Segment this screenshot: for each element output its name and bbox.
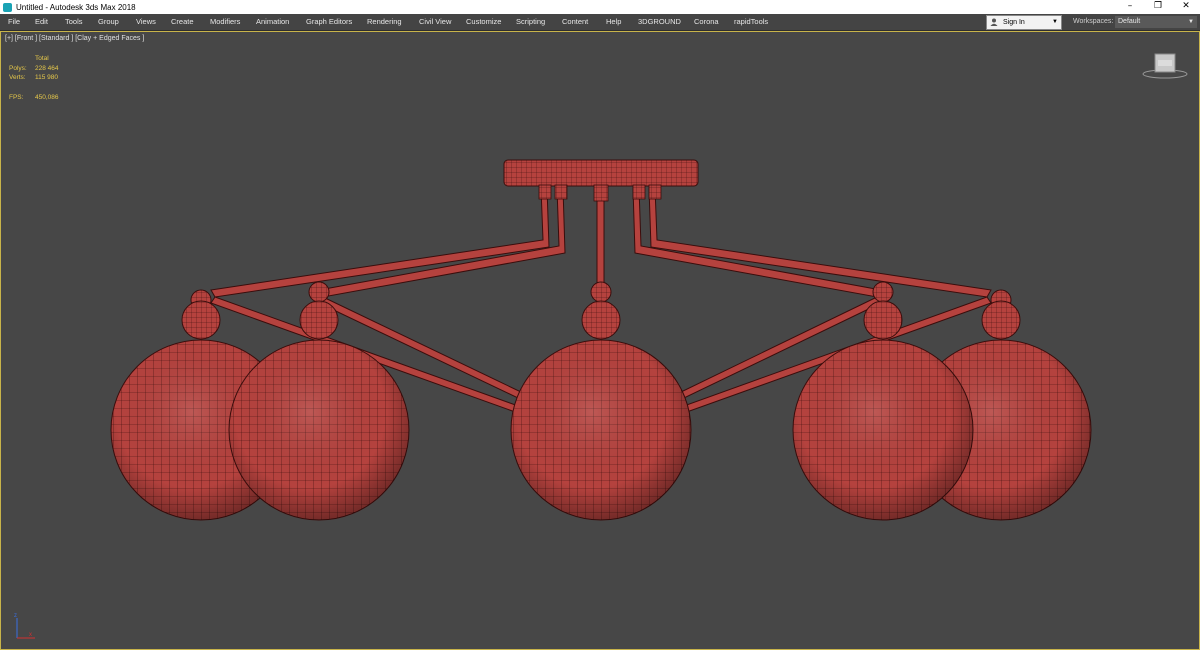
workspace-select[interactable]: Default ▼ — [1115, 16, 1197, 28]
fittings — [538, 184, 662, 202]
user-icon — [990, 18, 998, 26]
menu-corona[interactable]: Corona — [694, 14, 719, 30]
workspace-value: Default — [1118, 18, 1141, 25]
close-button[interactable]: ✕ — [1172, 0, 1200, 14]
chevron-down-icon: ▼ — [1052, 19, 1058, 25]
menu-modifiers[interactable]: Modifiers — [210, 14, 240, 30]
menu-file[interactable]: File — [8, 14, 20, 30]
chevron-down-icon: ▼ — [1188, 19, 1194, 25]
sign-in-dropdown[interactable]: Sign In ▼ — [986, 15, 1062, 30]
menu-graph-editors[interactable]: Graph Editors — [306, 14, 352, 30]
menu-group[interactable]: Group — [98, 14, 119, 30]
menu-tools[interactable]: Tools — [65, 14, 83, 30]
menu-edit[interactable]: Edit — [35, 14, 48, 30]
menu-help[interactable]: Help — [606, 14, 621, 30]
menu-scripting[interactable]: Scripting — [516, 14, 545, 30]
menu-civil-view[interactable]: Civil View — [419, 14, 451, 30]
window-controls: – ❐ ✕ — [1116, 0, 1200, 14]
minimize-button[interactable]: – — [1116, 0, 1144, 14]
menu-content[interactable]: Content — [562, 14, 588, 30]
front-viewport[interactable]: [+] [Front ] [Standard ] [Clay + Edged F… — [0, 31, 1200, 650]
menu-create[interactable]: Create — [171, 14, 194, 30]
menu-animation[interactable]: Animation — [256, 14, 289, 30]
menu-rapidtools[interactable]: rapidTools — [734, 14, 768, 30]
workspaces-label: Workspaces: — [1073, 18, 1114, 25]
sign-in-label: Sign In — [1003, 19, 1025, 26]
svg-text:z: z — [14, 613, 17, 619]
menu-3dground[interactable]: 3DGROUND — [638, 14, 681, 30]
chandelier-model[interactable] — [1, 32, 1199, 649]
menu-views[interactable]: Views — [136, 14, 156, 30]
svg-text:x: x — [29, 632, 32, 638]
window-title: Untitled - Autodesk 3ds Max 2018 — [16, 2, 136, 12]
globe-3 — [510, 281, 692, 521]
canopy — [503, 159, 699, 187]
restore-button[interactable]: ❐ — [1144, 0, 1172, 14]
axis-tripod-icon: z x — [14, 613, 35, 639]
app-icon — [3, 2, 12, 12]
menu-customize[interactable]: Customize — [466, 14, 501, 30]
menu-rendering[interactable]: Rendering — [367, 14, 402, 30]
title-bar: Untitled - Autodesk 3ds Max 2018 – ❐ ✕ — [0, 0, 1200, 14]
menu-bar: File Edit Tools Group Views Create Modif… — [0, 14, 1200, 31]
